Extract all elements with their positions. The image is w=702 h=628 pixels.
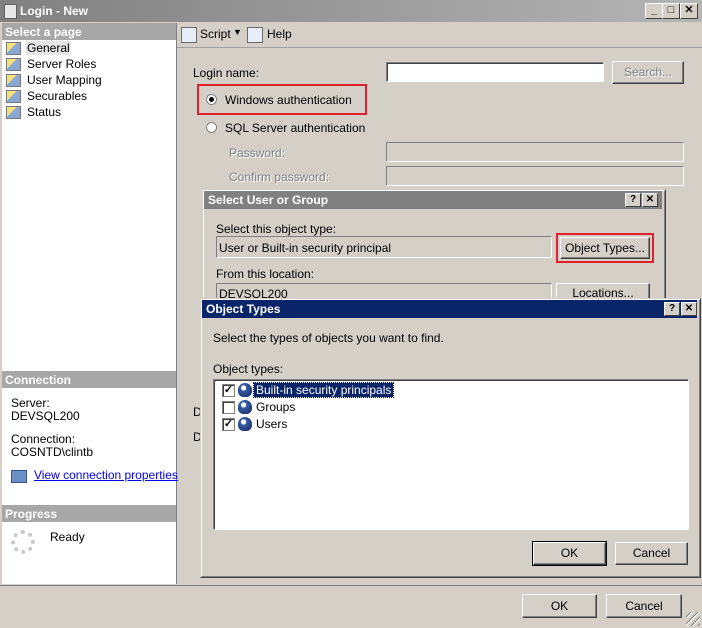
page-icon <box>6 74 21 87</box>
minimize-button[interactable]: _ <box>645 3 663 19</box>
ok-button[interactable]: OK <box>522 594 597 618</box>
user-icon <box>238 417 252 431</box>
users-checkbox[interactable]: ✓ <box>222 418 235 431</box>
windows-auth-radio[interactable] <box>206 94 217 105</box>
select-user-dialog-title-bar: Select User or Group ? ✕ <box>204 191 662 209</box>
groups-label[interactable]: Groups <box>256 400 295 414</box>
login-name-label: Login name: <box>193 66 260 80</box>
progress-status: Ready <box>50 530 85 544</box>
close-icon[interactable]: ✕ <box>642 193 658 207</box>
security-principal-icon <box>238 383 252 397</box>
connection-header: Connection <box>2 371 176 388</box>
help-icon <box>247 27 263 43</box>
sql-auth-radio[interactable] <box>206 122 217 133</box>
server-label: Server: <box>11 396 50 410</box>
object-types-cancel-button[interactable]: Cancel <box>615 542 688 565</box>
password-label: Password: <box>229 146 286 160</box>
object-type-label: Select this object type: <box>216 222 337 236</box>
page-icon <box>6 58 21 71</box>
close-button[interactable]: ✕ <box>680 3 698 19</box>
progress-header: Progress <box>2 505 176 522</box>
password-input[interactable] <box>386 142 684 162</box>
chevron-down-icon: ▼ <box>233 27 242 37</box>
close-icon[interactable]: ✕ <box>681 302 697 316</box>
script-button[interactable]: Script ▼ <box>181 26 245 44</box>
app-icon <box>4 4 17 19</box>
object-types-ok-button[interactable]: OK <box>532 541 607 566</box>
maximize-button[interactable]: □ <box>662 3 680 19</box>
help-icon[interactable]: ? <box>625 193 641 207</box>
help-button[interactable]: Help <box>247 26 297 44</box>
select-page-header: Select a page <box>2 23 176 40</box>
connection-value: COSNTD\clintb <box>11 445 94 459</box>
object-types-dialog-title-bar: Object Types ? ✕ <box>202 300 697 318</box>
location-label: From this location: <box>216 267 315 281</box>
object-types-instruction: Select the types of objects you want to … <box>213 331 444 345</box>
script-icon <box>181 27 197 43</box>
users-label[interactable]: Users <box>256 417 287 431</box>
resize-grip-icon[interactable] <box>686 612 700 626</box>
connection-properties-icon <box>11 470 27 483</box>
group-icon <box>238 400 252 414</box>
page-icon <box>6 90 21 103</box>
connection-label: Connection: <box>11 432 76 446</box>
progress-spinner-icon <box>11 530 35 554</box>
object-types-button[interactable]: Object Types... <box>560 237 650 259</box>
search-button[interactable]: Search... <box>612 61 684 84</box>
server-value: DEVSQL200 <box>11 409 80 423</box>
help-icon[interactable]: ? <box>664 302 680 316</box>
builtin-principals-label[interactable]: Built-in security principals <box>252 382 395 398</box>
windows-auth-label[interactable]: Windows authentication <box>225 93 352 107</box>
window-title-bar: Login - New _ □ ✕ <box>0 0 702 22</box>
object-type-field: User or Built-in security principal <box>216 236 552 258</box>
groups-checkbox[interactable] <box>222 401 235 414</box>
page-icon <box>6 106 21 119</box>
confirm-password-input[interactable] <box>386 166 684 186</box>
confirm-password-label: Confirm password: <box>229 170 330 184</box>
page-icon <box>6 42 21 55</box>
footer-divider <box>0 585 702 586</box>
object-types-list-label: Object types: <box>213 362 284 376</box>
builtin-principals-checkbox[interactable]: ✓ <box>222 384 235 397</box>
view-connection-properties-link[interactable]: View connection properties <box>34 468 178 482</box>
window-title: Login - New <box>20 4 88 18</box>
cancel-button[interactable]: Cancel <box>606 594 682 618</box>
sql-auth-label[interactable]: SQL Server authentication <box>225 121 365 135</box>
login-name-input[interactable] <box>386 62 604 82</box>
